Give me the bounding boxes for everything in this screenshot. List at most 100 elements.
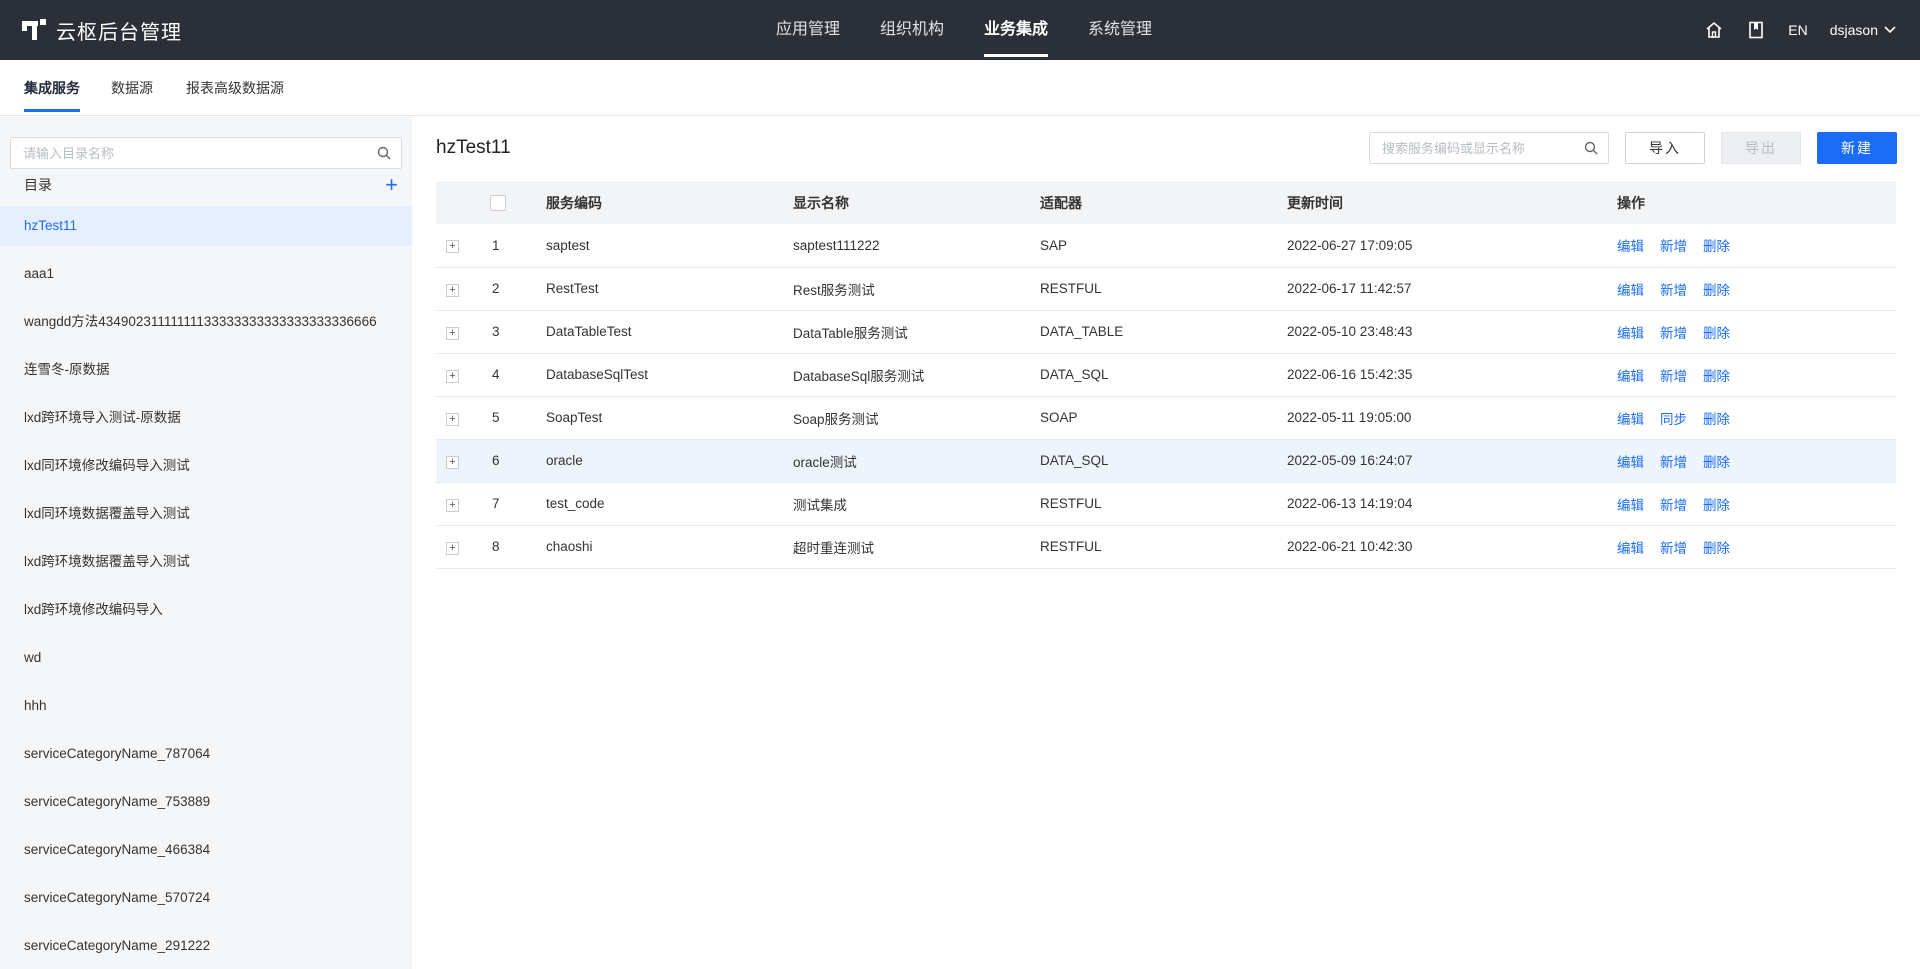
- table-row: + 6 oracle oracle测试 DATA_SQL 2022-05-09 …: [436, 439, 1896, 483]
- app-title: 云枢后台管理: [56, 21, 182, 44]
- directory-item[interactable]: serviceCategoryName_753889: [0, 782, 412, 830]
- delete-link[interactable]: 删除: [1703, 369, 1730, 384]
- delete-link[interactable]: 删除: [1703, 239, 1730, 254]
- nav-item-system[interactable]: 系统管理: [1068, 0, 1172, 60]
- sync-link[interactable]: 同步: [1660, 412, 1687, 427]
- delete-link[interactable]: 删除: [1703, 498, 1730, 513]
- directory-item[interactable]: wd: [0, 638, 412, 686]
- directory-item[interactable]: serviceCategoryName_466384: [0, 830, 412, 878]
- expand-icon[interactable]: +: [446, 326, 459, 340]
- nav-item-apps[interactable]: 应用管理: [756, 0, 860, 60]
- edit-link[interactable]: 编辑: [1617, 239, 1644, 254]
- page-title: hzTest11: [436, 137, 511, 158]
- add-link[interactable]: 新增: [1660, 455, 1687, 470]
- directory-item[interactable]: hhh: [0, 686, 412, 734]
- service-code: RestTest: [546, 267, 793, 311]
- select-all-checkbox[interactable]: [490, 195, 506, 212]
- add-link[interactable]: 新增: [1660, 498, 1687, 513]
- directory-item[interactable]: 连雪冬-原数据: [0, 350, 412, 398]
- directory-item[interactable]: lxd跨环境修改编码导入: [0, 590, 412, 638]
- expand-icon[interactable]: +: [446, 369, 459, 383]
- edit-link[interactable]: 编辑: [1617, 369, 1644, 384]
- edit-link[interactable]: 编辑: [1617, 326, 1644, 341]
- directory-item[interactable]: lxd跨环境数据覆盖导入测试: [0, 542, 412, 590]
- expand-icon[interactable]: +: [446, 498, 459, 512]
- tab-data-source[interactable]: 数据源: [111, 60, 153, 116]
- expand-icon[interactable]: +: [446, 240, 459, 254]
- display-name: DataTable服务测试: [793, 310, 1040, 354]
- nav-item-integration[interactable]: 业务集成: [964, 0, 1068, 60]
- book-icon[interactable]: [1746, 20, 1766, 40]
- new-button[interactable]: 新建: [1817, 132, 1897, 164]
- user-name: dsjason: [1829, 22, 1878, 38]
- directory-label: 目录: [24, 177, 52, 193]
- service-code: oracle: [546, 439, 793, 483]
- delete-link[interactable]: 删除: [1703, 541, 1730, 556]
- edit-link[interactable]: 编辑: [1617, 283, 1644, 298]
- expand-icon[interactable]: +: [446, 283, 459, 297]
- adapter: SAP: [1040, 224, 1287, 268]
- directory-search-input[interactable]: [11, 138, 351, 168]
- service-code: chaoshi: [546, 525, 793, 569]
- row-index: 6: [468, 439, 546, 483]
- updated-time: 2022-05-10 23:48:43: [1287, 310, 1617, 354]
- add-link[interactable]: 新增: [1660, 239, 1687, 254]
- table-header: 服务编码 显示名称 适配器 更新时间 操作: [436, 181, 1896, 224]
- directory-item[interactable]: serviceCategoryName_787064: [0, 734, 412, 782]
- add-link[interactable]: 新增: [1660, 369, 1687, 384]
- plus-icon[interactable]: +: [385, 174, 398, 196]
- add-link[interactable]: 新增: [1660, 541, 1687, 556]
- search-icon[interactable]: [1584, 141, 1598, 158]
- home-icon[interactable]: [1704, 20, 1724, 40]
- directory-item[interactable]: lxd同环境修改编码导入测试: [0, 446, 412, 494]
- updated-time: 2022-06-17 11:42:57: [1287, 267, 1617, 311]
- directory-item[interactable]: lxd同环境数据覆盖导入测试: [0, 494, 412, 542]
- col-display-name: 显示名称: [793, 181, 1040, 224]
- directory-item[interactable]: lxd跨环境导入测试-原数据: [0, 398, 412, 446]
- directory-item[interactable]: wangdd方法43490231111111133333333333333333…: [0, 302, 412, 350]
- display-name: oracle测试: [793, 439, 1040, 483]
- language-switch[interactable]: EN: [1788, 22, 1807, 38]
- col-operations: 操作: [1617, 181, 1896, 224]
- add-link[interactable]: 新增: [1660, 283, 1687, 298]
- delete-link[interactable]: 删除: [1703, 326, 1730, 341]
- directory-item[interactable]: aaa1: [0, 254, 412, 302]
- user-menu[interactable]: dsjason: [1830, 22, 1896, 38]
- edit-link[interactable]: 编辑: [1617, 541, 1644, 556]
- directory-item[interactable]: serviceCategoryName_570724: [0, 878, 412, 926]
- col-adapter: 适配器: [1040, 181, 1287, 224]
- logo-icon: [22, 19, 46, 41]
- service-search: [1369, 132, 1609, 164]
- directory-item[interactable]: serviceCategoryName_291222: [0, 926, 412, 969]
- expand-icon[interactable]: +: [446, 541, 459, 555]
- expand-icon[interactable]: +: [446, 455, 459, 469]
- row-index: 7: [468, 482, 546, 526]
- updated-time: 2022-05-11 19:05:00: [1287, 396, 1617, 440]
- delete-link[interactable]: 删除: [1703, 412, 1730, 427]
- directory-header: 目录 +: [24, 173, 398, 197]
- edit-link[interactable]: 编辑: [1617, 412, 1644, 427]
- brand[interactable]: 云枢后台管理: [22, 0, 182, 60]
- delete-link[interactable]: 删除: [1703, 455, 1730, 470]
- top-nav: 应用管理 组织机构 业务集成 系统管理: [756, 0, 1172, 60]
- table-row: + 1 saptest saptest111222 SAP 2022-06-27…: [436, 224, 1896, 268]
- directory-item[interactable]: hzTest11: [0, 206, 412, 246]
- tab-report-data-source[interactable]: 报表高级数据源: [186, 60, 284, 116]
- display-name: 测试集成: [793, 482, 1040, 526]
- row-index: 1: [468, 224, 546, 268]
- tab-integration-services[interactable]: 集成服务: [24, 60, 80, 116]
- search-icon[interactable]: [377, 146, 391, 163]
- col-service-code: 服务编码: [546, 181, 793, 224]
- import-button[interactable]: 导入: [1625, 132, 1705, 164]
- sub-tabs: 集成服务 数据源 报表高级数据源: [0, 60, 1920, 116]
- add-link[interactable]: 新增: [1660, 326, 1687, 341]
- edit-link[interactable]: 编辑: [1617, 455, 1644, 470]
- expand-icon[interactable]: +: [446, 412, 459, 426]
- nav-item-org[interactable]: 组织机构: [860, 0, 964, 60]
- edit-link[interactable]: 编辑: [1617, 498, 1644, 513]
- updated-time: 2022-06-21 10:42:30: [1287, 525, 1617, 569]
- service-search-input[interactable]: [1370, 133, 1570, 163]
- updated-time: 2022-06-13 14:19:04: [1287, 482, 1617, 526]
- export-button[interactable]: 导出: [1721, 132, 1801, 164]
- delete-link[interactable]: 删除: [1703, 283, 1730, 298]
